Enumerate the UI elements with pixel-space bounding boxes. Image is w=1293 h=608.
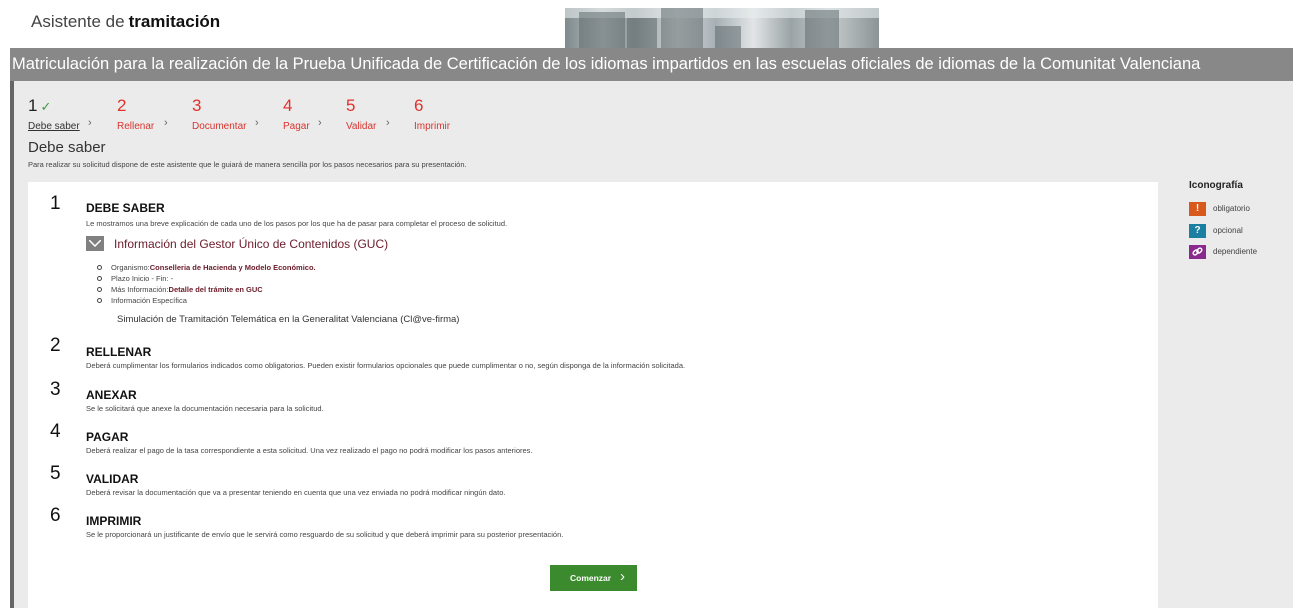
header-banner-image — [565, 8, 879, 48]
chevron-right-icon: › — [620, 568, 625, 585]
app-title: Asistente de tramitación — [31, 12, 220, 32]
block-description: Deberá revisar la documentación que va a… — [86, 488, 506, 497]
step-label[interactable]: Imprimir — [414, 121, 450, 132]
step-number: 5 — [346, 96, 356, 115]
start-button[interactable]: Comenzar › — [550, 565, 637, 591]
step-label[interactable]: Debe saber — [28, 121, 80, 132]
mas-info-label: Más Información: — [111, 285, 169, 294]
step-label[interactable]: Rellenar — [117, 121, 154, 132]
step-2-rellenar[interactable]: 2 Rellenar — [117, 96, 154, 134]
block-number: 3 — [50, 379, 61, 400]
block-title: ANEXAR — [86, 388, 137, 402]
list-item: Organismo:Conselleria de Hacienda y Mode… — [97, 262, 316, 273]
step-4-pagar[interactable]: 4 Pagar — [283, 96, 310, 134]
legend-label: obligatorio — [1213, 204, 1250, 213]
legend-title: Iconografía — [1189, 180, 1243, 191]
chevron-right-icon: › — [255, 117, 259, 129]
info-especifica-label: Información Específica — [111, 296, 187, 305]
app-title-prefix: Asistente de — [31, 12, 125, 31]
step-label[interactable]: Documentar — [192, 121, 246, 132]
block-description: Se le proporcionará un justificante de e… — [86, 530, 564, 539]
block-number: 4 — [50, 421, 61, 442]
step-number: 6 — [414, 96, 424, 115]
required-icon: ! — [1189, 202, 1206, 216]
step-1-debe-saber[interactable]: 1 ✓ Debe saber — [28, 96, 80, 134]
block-title: IMPRIMIR — [86, 514, 142, 528]
step-label[interactable]: Pagar — [283, 121, 310, 132]
block-number: 1 — [50, 193, 61, 214]
organismo-value: Conselleria de Hacienda y Modelo Económi… — [149, 263, 316, 272]
step-3-documentar[interactable]: 3 Documentar — [192, 96, 246, 134]
procedure-title: Matriculación para la realización de la … — [12, 55, 1201, 73]
block-title: VALIDAR — [86, 472, 139, 486]
list-item: Más Información:Detalle del trámite en G… — [97, 284, 316, 295]
block-number: 6 — [50, 505, 61, 526]
app-title-bold: tramitación — [128, 12, 221, 31]
block-description: Deberá cumplimentar los formularios indi… — [86, 361, 686, 370]
step-number: 2 — [117, 96, 127, 115]
optional-icon: ? — [1189, 224, 1206, 238]
procedure-title-bar: Matriculación para la realización de la … — [10, 48, 1293, 81]
step-label[interactable]: Validar — [346, 121, 376, 132]
block-number: 5 — [50, 463, 61, 484]
check-icon: ✓ — [40, 99, 52, 114]
step-number: 3 — [192, 96, 202, 115]
step-number: 4 — [283, 96, 293, 115]
step-6-imprimir[interactable]: 6 Imprimir — [414, 96, 450, 134]
legend-label: dependiente — [1213, 247, 1258, 256]
block-number: 2 — [50, 335, 61, 356]
block-title: DEBE SABER — [86, 201, 165, 215]
legend-label: opcional — [1213, 226, 1243, 235]
step-number: 1 — [28, 96, 38, 115]
chevron-down-icon[interactable] — [86, 236, 104, 251]
section-description: Para realizar su solicitud dispone de es… — [28, 160, 467, 169]
guc-info-list: Organismo:Conselleria de Hacienda y Mode… — [97, 262, 316, 306]
step-5-validar[interactable]: 5 Validar — [346, 96, 376, 134]
organismo-label: Organismo: — [111, 263, 150, 272]
chevron-right-icon: › — [386, 117, 390, 129]
block-title: RELLENAR — [86, 345, 152, 359]
guc-title[interactable]: Información del Gestor Único de Contenid… — [114, 237, 388, 251]
plazo-text: Plazo Inicio - Fin: - — [111, 274, 174, 283]
guc-detail-link[interactable]: Detalle del trámite en GUC — [169, 285, 263, 294]
start-button-label: Comenzar — [570, 573, 612, 583]
top-header: Asistente de tramitación — [0, 0, 1293, 48]
section-title: Debe saber — [28, 139, 106, 156]
chevron-right-icon: › — [318, 117, 322, 129]
chevron-right-icon: › — [88, 117, 92, 129]
block-title: PAGAR — [86, 430, 129, 444]
link-icon — [1189, 245, 1206, 259]
list-item: Plazo Inicio - Fin: - — [97, 273, 316, 284]
list-item: Información Específica — [97, 295, 316, 306]
simulation-text: Simulación de Tramitación Telemática en … — [117, 314, 460, 325]
chevron-right-icon: › — [164, 117, 168, 129]
block-description: Le mostramos una breve explicación de ca… — [86, 219, 508, 228]
block-description: Deberá realizar el pago de la tasa corre… — [86, 446, 533, 455]
block-description: Se le solicitará que anexe la documentac… — [86, 404, 324, 413]
